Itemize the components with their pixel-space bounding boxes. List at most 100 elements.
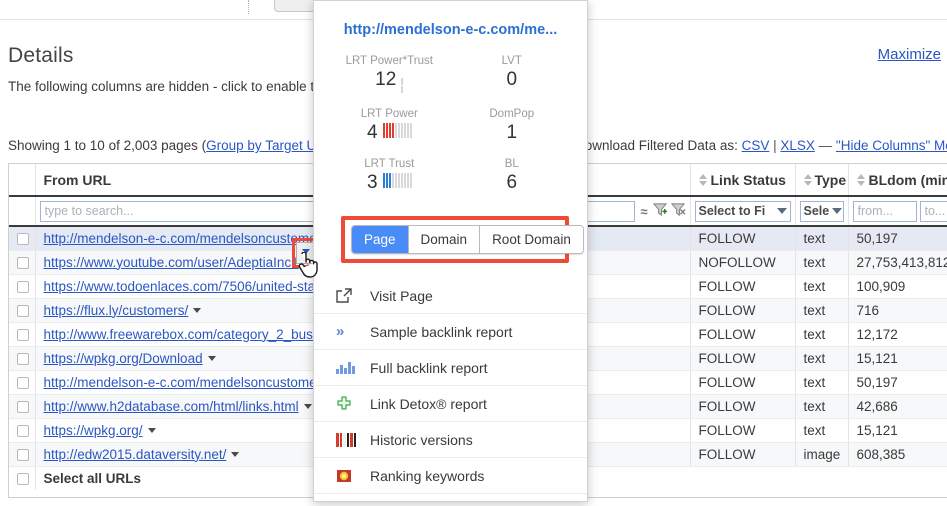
sort-icon-bldom[interactable] xyxy=(857,173,866,186)
from-url-link[interactable]: http://www.freewarebox.com/category_2_bu… xyxy=(44,327,345,342)
sort-icon-type[interactable] xyxy=(803,173,812,186)
export-xlsx-link[interactable]: XLSX xyxy=(780,138,815,153)
external-link-icon xyxy=(336,287,370,304)
row-checkbox[interactable] xyxy=(17,280,29,293)
from-url-link[interactable]: https://flux.ly/customers/ xyxy=(44,303,189,318)
cell-link-status: NOFOLLOW xyxy=(690,250,796,275)
menu-item-sample-backlink-report[interactable]: » Sample backlink report xyxy=(314,314,587,350)
cell-link-status: FOLLOW xyxy=(690,298,796,323)
link-status-filter-select[interactable]: Select to Fi xyxy=(694,200,791,222)
from-url-link[interactable]: https://www.youtube.com/user/AdeptiaInc1 xyxy=(44,255,299,270)
page-root: Details Maximize The following columns a… xyxy=(0,0,947,506)
header-link-status[interactable]: Link Status xyxy=(690,164,796,197)
popup-metrics: LRT Power*Trust 12 LVT 0 LRT Power 4 Dom… xyxy=(314,54,587,194)
metric-value: 12 xyxy=(375,69,397,90)
row-menu-caret-icon[interactable] xyxy=(303,404,312,410)
maximize-link[interactable]: Maximize xyxy=(878,46,941,63)
row-checkbox-cell xyxy=(9,418,36,443)
cell-type: text xyxy=(795,346,849,371)
metric-dompop: DomPop 1 xyxy=(451,107,574,144)
row-checkbox-cell xyxy=(9,226,36,251)
metric-label: LRT Power xyxy=(360,108,418,120)
row-menu-caret-icon[interactable] xyxy=(147,428,156,434)
from-url-link[interactable]: https://wpkg.org/Download xyxy=(44,351,203,366)
row-checkbox[interactable] xyxy=(17,233,29,246)
from-url-link[interactable]: http://mendelson-e-c.com/mendelsoncustom… xyxy=(44,231,322,246)
toolbar-divider xyxy=(248,0,249,14)
from-url-link[interactable]: http://edw2015.dataversity.net/ xyxy=(44,447,227,462)
from-url-label: From URL xyxy=(43,171,112,188)
cell-bldom: 15,121 xyxy=(848,418,947,443)
select-all-checkbox[interactable] xyxy=(17,473,29,486)
row-menu-caret-icon[interactable] xyxy=(231,452,240,458)
row-checkbox[interactable] xyxy=(17,448,29,461)
menu-item-visit-page[interactable]: Visit Page xyxy=(314,278,587,314)
from-url-link[interactable]: http://www.h2database.com/html/links.htm… xyxy=(44,399,299,414)
row-checkbox-cell xyxy=(9,346,36,371)
row-checkbox[interactable] xyxy=(17,424,29,437)
filter-bldom-cell xyxy=(848,196,947,227)
cell-bldom: 100,909 xyxy=(848,274,947,299)
row-checkbox[interactable] xyxy=(17,328,29,341)
scope-toggle-root-domain[interactable]: Root Domain xyxy=(480,226,583,253)
header-bldom[interactable]: BLdom (min.) xyxy=(848,164,947,197)
fuzzy-match-icon[interactable]: ≈ xyxy=(638,204,649,219)
cell-type: text xyxy=(795,394,849,419)
row-checkbox-cell xyxy=(9,250,36,275)
chevron-down-icon xyxy=(776,208,787,214)
header-type[interactable]: Type xyxy=(795,164,849,197)
page-title: Details xyxy=(8,44,74,67)
row-checkbox-cell xyxy=(9,370,36,395)
row-checkbox[interactable] xyxy=(17,400,29,413)
add-filter-icon[interactable] xyxy=(652,202,668,220)
export-dash: — xyxy=(814,138,836,153)
sort-icon-link-status[interactable] xyxy=(699,173,708,186)
popup-menu: Visit Page » Sample backlink report Full ba… xyxy=(314,278,587,494)
cell-link-status: FOLLOW xyxy=(690,370,796,395)
from-url-link[interactable]: http://mendelson-e-c.com/mendelsoncustom… xyxy=(44,375,347,390)
row-checkbox[interactable] xyxy=(17,304,29,317)
export-csv-link[interactable]: CSV xyxy=(742,138,770,153)
row-checkbox[interactable] xyxy=(17,352,29,365)
metric-value: 1 xyxy=(506,122,518,143)
menu-item-label: Visit Page xyxy=(370,287,433,304)
hide-columns-mode-link[interactable]: "Hide Columns" Mode xyxy=(836,138,947,153)
popup-url-title[interactable]: http://mendelson-e-c.com/me... xyxy=(314,22,587,38)
bldom-to-input[interactable] xyxy=(919,200,947,222)
menu-item-historic-versions[interactable]: Historic versions xyxy=(314,422,587,458)
export-options: Download Filtered Data as: CSV | XLSX — … xyxy=(575,138,947,153)
row-checkbox[interactable] xyxy=(17,256,29,269)
cell-bldom: 42,686 xyxy=(848,394,947,419)
menu-item-link-detox-report[interactable]: Link Detox® report xyxy=(314,386,587,422)
cell-type: text xyxy=(795,322,849,347)
power-trust-bars-icon xyxy=(401,78,404,94)
cell-link-status: FOLLOW xyxy=(690,346,796,371)
row-menu-caret-icon[interactable] xyxy=(207,356,216,362)
clear-filter-icon[interactable] xyxy=(670,202,686,220)
header-checkbox-col xyxy=(9,164,36,197)
menu-item-label: Link Detox® report xyxy=(370,395,487,412)
cell-bldom: 27,753,413,812 xyxy=(848,250,947,275)
row-checkbox[interactable] xyxy=(17,376,29,389)
type-label: Type xyxy=(814,171,847,188)
cell-type: text xyxy=(795,418,849,443)
type-filter-select[interactable]: Sele xyxy=(799,200,844,222)
cell-bldom: 12,172 xyxy=(848,322,947,347)
metric-lrt-power-trust: LRT Power*Trust 12 xyxy=(328,54,451,94)
row-checkbox-cell xyxy=(9,298,36,323)
cell-type: text xyxy=(795,250,849,275)
bldom-from-input[interactable] xyxy=(852,200,917,222)
scope-toggle-page[interactable]: Page xyxy=(352,226,409,253)
cell-type: text xyxy=(795,298,849,323)
menu-item-ranking-keywords[interactable]: Ranking keywords xyxy=(314,458,587,494)
cell-link-status: FOLLOW xyxy=(690,442,796,467)
row-menu-caret-icon[interactable] xyxy=(193,308,202,314)
from-url-link[interactable]: https://wpkg.org/ xyxy=(44,423,143,438)
scope-toggle-domain[interactable]: Domain xyxy=(408,226,481,253)
link-status-label: Link Status xyxy=(710,171,786,188)
cell-type: text xyxy=(795,370,849,395)
menu-item-full-backlink-report[interactable]: Full backlink report xyxy=(314,350,587,386)
bars-red-line xyxy=(401,78,404,85)
plus-cross-icon xyxy=(336,395,370,412)
cell-link-status: FOLLOW xyxy=(690,274,796,299)
